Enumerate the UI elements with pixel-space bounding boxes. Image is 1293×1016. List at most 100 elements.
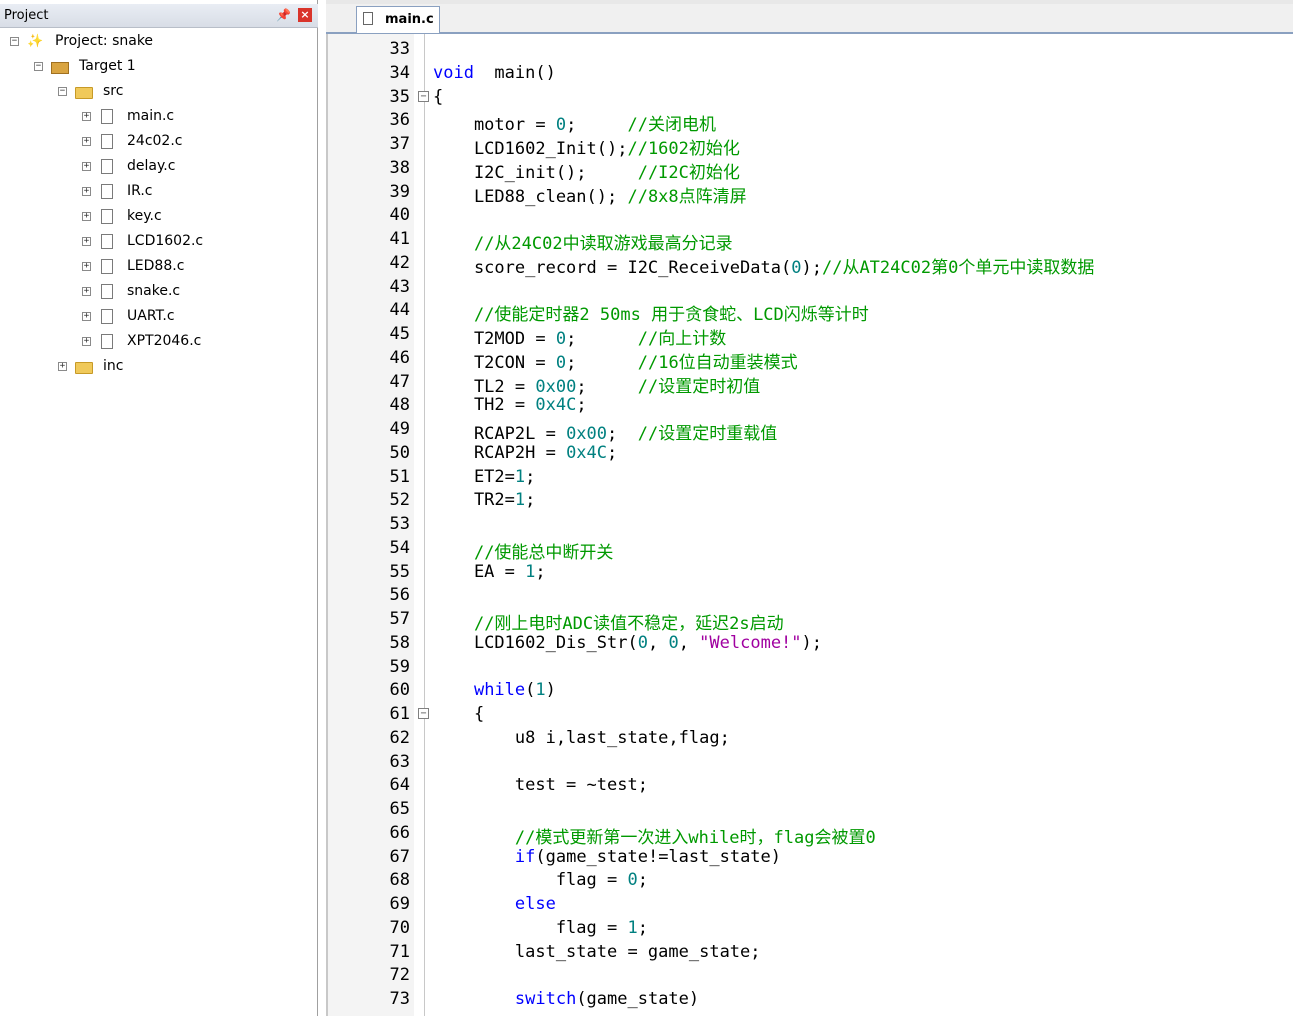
code-line[interactable]: 46 T2CON = 0; //16位自动重装模式 [326,347,1293,373]
code-line[interactable]: 58 LCD1602_Dis_Str(0, 0, "Welcome!"); [326,632,1293,656]
project-panel: Project 📌 × − ✨ Project: snake − Target 1 − sr… [0,0,318,1016]
fold-toggle-icon[interactable]: − [418,708,429,719]
code-line[interactable]: 37 LCD1602_Init();//1602初始化 [326,133,1293,159]
expand-icon[interactable]: + [82,162,91,171]
code-editor[interactable]: 33 34 void main() 35−{36 motor = 0; //关闭电机 3… [326,34,1293,1016]
code-line[interactable]: 56 [326,584,1293,608]
tree-item[interactable]: + inc [57,357,309,379]
code-line[interactable]: 65 [326,798,1293,822]
expand-icon[interactable]: + [82,212,91,221]
tree-item-label: LED88.c [127,258,185,274]
code-token: u8 i,last_state,flag; [433,727,730,748]
editor-tab-strip: main.c [326,4,1293,34]
tree-item[interactable]: + XPT2046.c [81,332,309,354]
code-line[interactable]: 61− { [326,703,1293,727]
code-text: LED88_clean(); //8x8点阵清屏 [433,182,747,207]
line-number: 40 [389,205,410,226]
tree-item-label: 24c02.c [127,133,183,149]
tree-item-label: snake.c [127,283,181,299]
code-line[interactable]: 59 [326,656,1293,680]
code-line[interactable]: 72 [326,964,1293,988]
code-line[interactable]: 48 TH2 = 0x4C; [326,394,1293,418]
code-line[interactable]: 43 [326,276,1293,300]
code-line[interactable]: 57 //刚上电时ADC读值不稳定，延迟2s启动 [326,608,1293,634]
tree-item[interactable]: + LCD1602.c [81,232,309,254]
collapse-icon[interactable]: − [34,62,43,71]
code-line[interactable]: 52 TR2=1; [326,489,1293,513]
tree-item[interactable]: +24c02.c [81,132,309,154]
project-panel-title: Project [4,8,49,23]
code-text: flag = 0; [433,870,648,890]
code-line[interactable]: 50 RCAP2H = 0x4C; [326,442,1293,466]
code-line[interactable]: 51 ET2=1; [326,466,1293,490]
expand-icon[interactable]: + [82,137,91,146]
line-number: 54 [389,537,410,558]
code-token: ET2= [433,466,515,487]
code-line[interactable]: 67 if(game_state!=last_state) [326,846,1293,870]
code-line[interactable]: 54 //使能总中断开关 [326,537,1293,563]
line-number: 50 [389,442,410,463]
code-text: test = ~test; [433,775,648,795]
code-line[interactable]: 53 [326,513,1293,537]
tree-item[interactable]: − Target 1 [33,57,309,79]
tab-main-c[interactable]: main.c [356,6,440,33]
code-line[interactable]: 38 I2C_init(); //I2C初始化 [326,157,1293,183]
code-line[interactable]: 49 RCAP2L = 0x00; //设置定时重载值 [326,418,1293,444]
close-icon[interactable]: × [298,8,312,22]
tree-item[interactable]: + snake.c [81,282,309,304]
folder-icon [75,362,93,374]
expand-icon[interactable]: + [82,262,91,271]
expand-icon[interactable]: + [82,112,91,121]
code-line[interactable]: 41 //从24C02中读取游戏最高分记录 [326,228,1293,254]
code-line[interactable]: 42 score_record = I2C_ReceiveData(0);//从… [326,252,1293,278]
tree-item[interactable]: + delay.c [81,157,309,179]
code-line[interactable]: 62 u8 i,last_state,flag; [326,727,1293,751]
fold-toggle-icon[interactable]: − [418,90,429,102]
code-line[interactable]: 39 LED88_clean(); //8x8点阵清屏 [326,181,1293,207]
line-number: 33 [389,39,410,59]
code-line[interactable]: 40 [326,204,1293,228]
code-line[interactable]: 68 flag = 0; [326,869,1293,893]
code-line[interactable]: 60 while(1) [326,679,1293,703]
code-line[interactable]: 66 //模式更新第一次进入while时，flag会被置0 [326,822,1293,848]
code-line[interactable]: 64 test = ~test; [326,774,1293,798]
collapse-icon[interactable]: − [58,87,67,96]
code-line[interactable]: 63 [326,751,1293,775]
code-line[interactable]: 33 [326,38,1293,62]
code-line[interactable]: 44 //使能定时器2 50ms 用于贪食蛇、LCD闪烁等计时 [326,299,1293,325]
code-line[interactable]: 34 void main() [326,62,1293,86]
pin-icon[interactable]: 📌 [276,8,291,22]
tree-item[interactable]: + main.c [81,107,309,129]
code-token: (game_state) [576,989,700,1009]
code-line[interactable]: 71 last_state = game_state; [326,941,1293,965]
expand-icon[interactable]: + [82,187,91,196]
line-number: 41 [389,229,410,249]
expand-icon[interactable]: + [58,362,67,371]
code-text: TR2=1; [433,490,535,510]
expand-icon[interactable]: + [82,237,91,246]
code-line[interactable]: 69 else [326,893,1293,917]
code-line[interactable]: 73 switch(game_state) [326,988,1293,1012]
code-line[interactable]: 36 motor = 0; //关闭电机 [326,109,1293,135]
tree-item[interactable]: − src [57,82,309,104]
tree-item[interactable]: + IR.c [81,182,309,204]
tree-item[interactable]: + UART.c [81,307,309,329]
tree-item[interactable]: + key.c [81,207,309,229]
expand-icon[interactable]: + [82,287,91,296]
line-number: 35 [389,86,410,107]
code-line[interactable]: 55 EA = 1; [326,561,1293,585]
tree-item[interactable]: − ✨ Project: snake [9,32,309,54]
expand-icon[interactable]: + [82,312,91,321]
code-line[interactable]: 35−{ [326,86,1293,110]
line-number: 48 [389,395,410,416]
code-line[interactable]: 70 flag = 1; [326,917,1293,941]
expand-icon[interactable]: + [82,337,91,346]
code-keyword: switch [514,989,577,1009]
line-number: 65 [389,799,410,819]
code-token: , [678,632,700,653]
code-line[interactable]: 45 T2MOD = 0; //向上计数 [326,323,1293,349]
code-line[interactable]: 47 TL2 = 0x00; //设置定时初值 [326,371,1293,397]
tree-item[interactable]: + LED88.c [81,257,309,279]
collapse-icon[interactable]: − [10,37,19,46]
code-text: { [433,704,484,724]
